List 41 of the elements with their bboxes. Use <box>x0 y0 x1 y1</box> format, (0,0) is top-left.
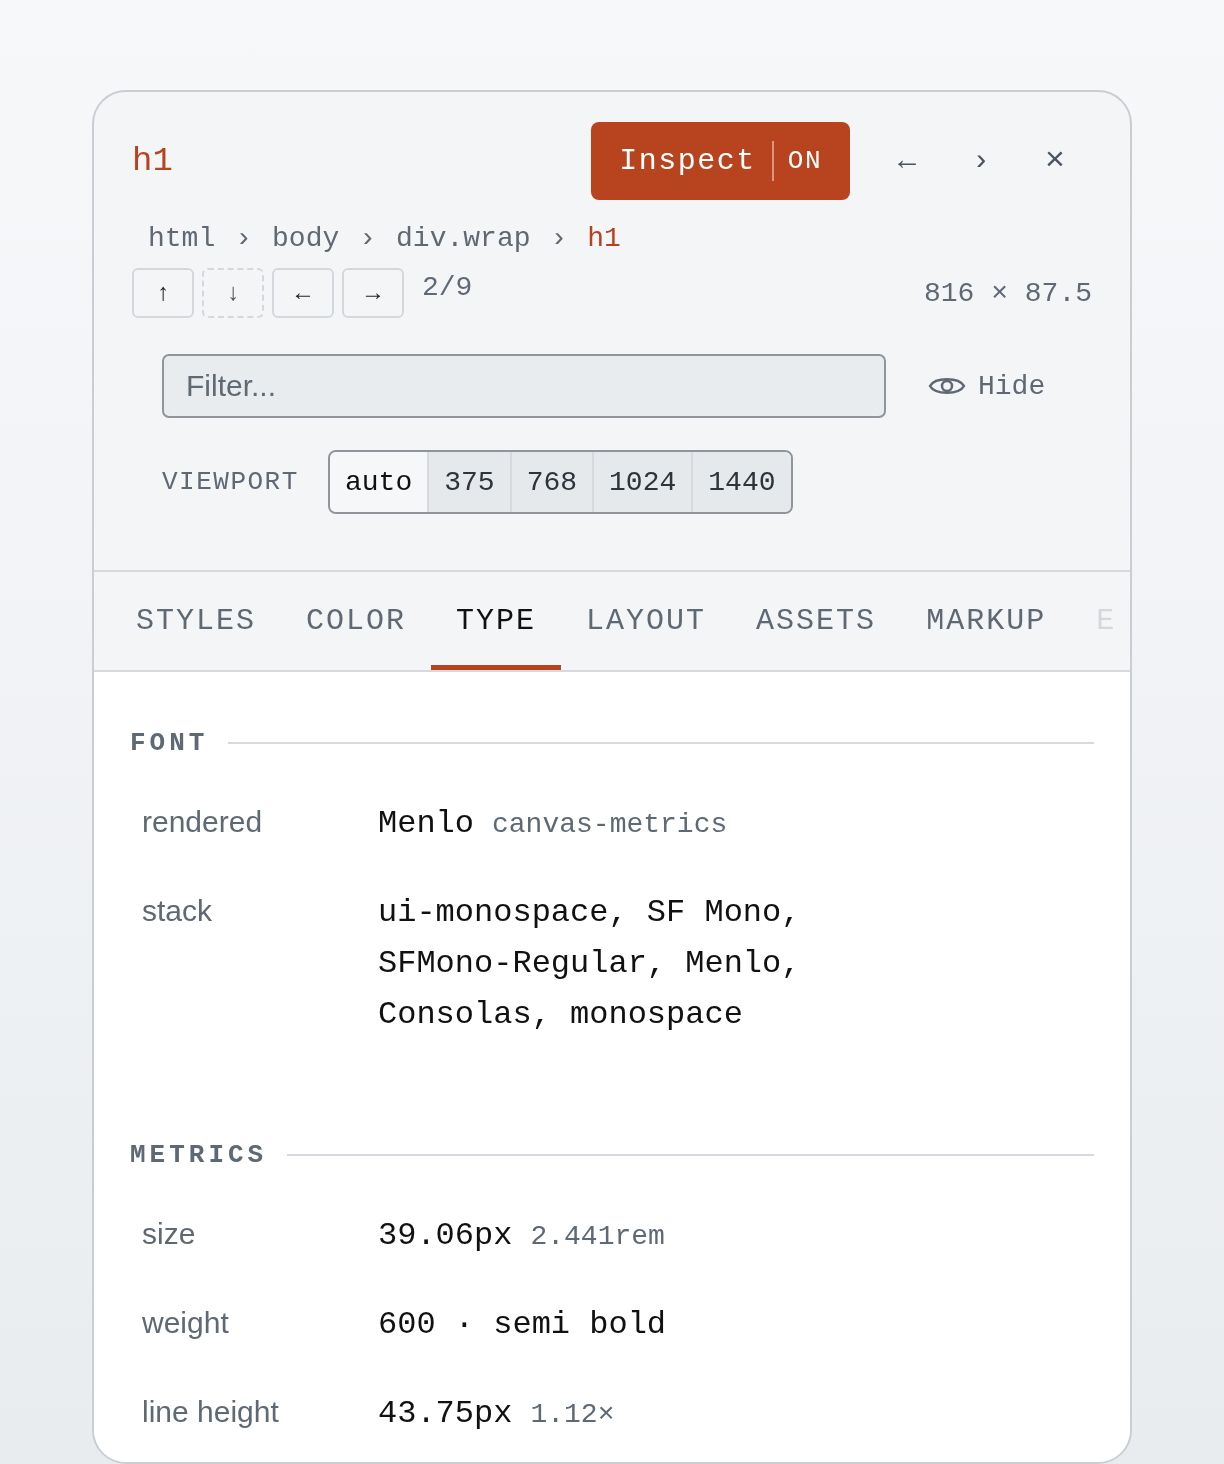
inspect-toggle[interactable]: Inspect ON <box>591 122 850 200</box>
property-value: Menlo <box>377 804 474 844</box>
tab[interactable]: LAYOUT <box>561 572 732 670</box>
back-button[interactable]: ← <box>870 144 944 178</box>
filter-field[interactable]: Filter... <box>162 354 886 418</box>
forward-button[interactable]: › <box>944 144 1018 178</box>
property-label: size <box>141 1217 197 1251</box>
tab[interactable]: MARKUP <box>901 572 1072 670</box>
property-label: stack <box>141 894 214 928</box>
property-value: ui-monospace, SF Mono, SFMono-Regular, Menlo, Consolas, monospace <box>377 893 802 1035</box>
nav-button[interactable]: ← <box>272 268 334 318</box>
viewport-option[interactable]: auto <box>330 452 430 512</box>
breadcrumb-separator: › <box>550 222 568 254</box>
nav-button[interactable]: ↑ <box>132 268 194 318</box>
property-note: 2.441rem <box>530 1221 665 1252</box>
property-label: weight <box>141 1306 230 1340</box>
viewport-label: VIEWPORT <box>162 467 300 497</box>
close-button[interactable]: × <box>1018 142 1092 180</box>
element-title: h1 <box>132 142 174 180</box>
tab[interactable]: STYLES <box>111 572 282 670</box>
breadcrumb-item[interactable]: div.wrap <box>396 222 531 254</box>
breadcrumb-separator: › <box>359 222 377 254</box>
tab[interactable]: COLOR <box>281 572 432 670</box>
breadcrumb-item[interactable]: body <box>272 222 340 254</box>
nav-button[interactable]: → <box>342 268 404 318</box>
breadcrumb-separator: › <box>235 222 253 254</box>
property-value: 600 · semi bold <box>377 1305 667 1345</box>
section-title: METRICS <box>130 1140 268 1170</box>
property-note: canvas-metrics <box>492 809 728 840</box>
property-label: line height <box>141 1395 280 1429</box>
section-title: FONT <box>130 728 209 758</box>
breadcrumb-item[interactable]: html <box>148 222 216 254</box>
dimensions-text: 816 × 87.5 <box>923 277 1092 309</box>
property-value: 39.06px <box>377 1216 513 1256</box>
property-label: rendered <box>141 805 264 839</box>
hide-button[interactable]: Hide <box>928 370 1046 402</box>
tab[interactable]: ASSETS <box>731 572 902 670</box>
property-value: 43.75px <box>377 1394 513 1434</box>
property-note: 1.12× <box>530 1399 615 1430</box>
position-counter: 2/9 <box>422 272 474 303</box>
breadcrumb-item[interactable]: h1 <box>587 222 621 254</box>
